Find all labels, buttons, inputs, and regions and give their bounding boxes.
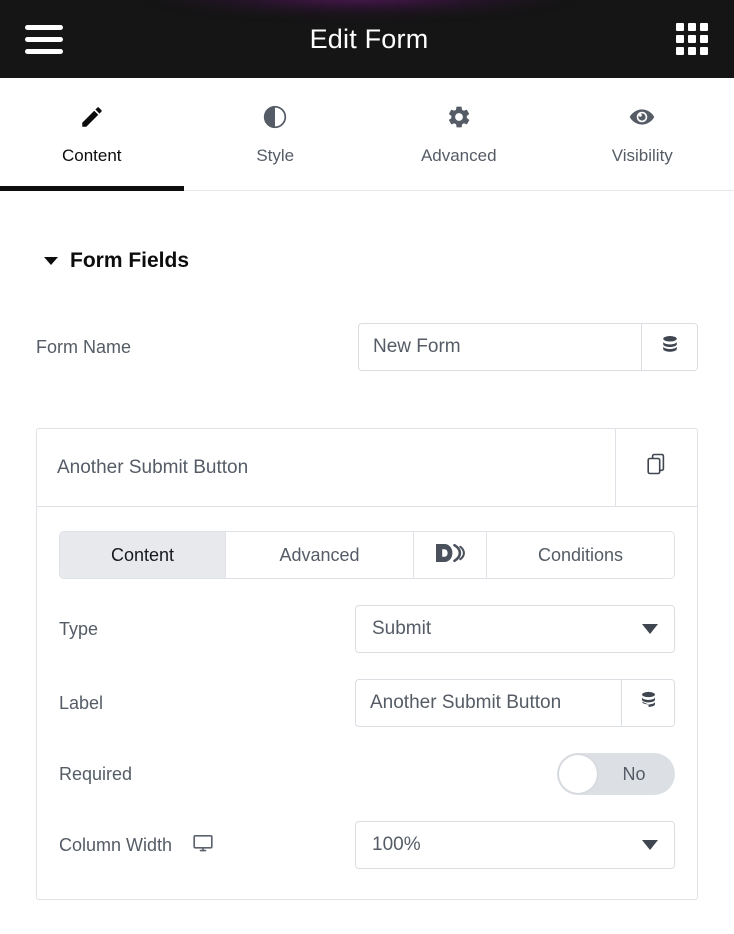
form-name-row: Form Name [36, 273, 698, 371]
section-title: Form Fields [70, 249, 190, 272]
duplicate-field-button[interactable] [615, 429, 697, 506]
tab-visibility[interactable]: Visibility [551, 78, 734, 190]
type-row: Type Submit [59, 605, 675, 653]
field-card: Another Submit Button Content Advanced C… [36, 428, 698, 900]
type-label: Type [59, 618, 99, 639]
grid-cell [700, 23, 708, 31]
column-width-label-group: Column Width [59, 832, 355, 859]
field-tab-dynamic[interactable] [414, 532, 487, 578]
label-input[interactable] [356, 680, 621, 726]
label-input-group [355, 679, 675, 727]
database-stack-icon [638, 689, 659, 717]
tab-advanced[interactable]: Advanced [367, 78, 551, 190]
grid-cell [688, 35, 696, 43]
toggle-knob [559, 755, 597, 793]
label-row: Label [59, 679, 675, 727]
required-toggle-state: No [622, 763, 646, 784]
label-label: Label [59, 692, 104, 713]
label-dynamic-button[interactable] [621, 680, 674, 726]
field-tab-conditions[interactable]: Conditions [487, 532, 674, 578]
type-select[interactable]: Submit [355, 605, 675, 653]
form-name-input-group [358, 323, 698, 371]
grid-cell [676, 23, 684, 31]
field-tab-advanced[interactable]: Advanced [226, 532, 414, 578]
grid-cell [676, 47, 684, 55]
caret-down-icon[interactable] [44, 257, 58, 265]
tab-style-label: Style [256, 146, 295, 165]
field-tab-content[interactable]: Content [60, 532, 226, 578]
required-label-group: Required [59, 764, 557, 785]
required-row: Required No [59, 753, 675, 795]
column-width-select[interactable]: 100% [355, 821, 675, 869]
form-name-dynamic-button[interactable] [641, 324, 697, 370]
grid-apps-icon[interactable] [672, 22, 712, 56]
field-card-title[interactable]: Another Submit Button [37, 429, 615, 506]
contrast-icon [262, 102, 288, 132]
hamburger-bar [25, 24, 63, 30]
grid-cell [688, 23, 696, 31]
column-width-row: Column Width 100% [59, 821, 675, 869]
tab-content-label: Content [61, 146, 122, 165]
tab-advanced-label: Advanced [420, 146, 497, 165]
app-header: Edit Form [0, 0, 734, 78]
grid-cell [676, 35, 684, 43]
form-fields-section-header[interactable]: Form Fields [36, 191, 698, 273]
grid-cell [688, 47, 696, 55]
form-name-label: Form Name [36, 336, 132, 357]
tab-style[interactable]: Style [184, 78, 368, 190]
tab-visibility-label: Visibility [611, 146, 673, 165]
grid-cell [700, 47, 708, 55]
field-tab-group: Content Advanced Conditions [59, 531, 675, 579]
pencil-icon [79, 102, 105, 132]
chevron-down-icon [642, 624, 658, 634]
hamburger-bar [25, 48, 63, 54]
hamburger-menu-icon[interactable] [22, 22, 66, 56]
type-label-group: Type [59, 619, 355, 640]
required-label: Required [59, 763, 133, 784]
type-select-value: Submit [372, 618, 432, 639]
form-name-input[interactable] [359, 324, 642, 370]
field-card-body: Content Advanced Conditions Type Submit … [37, 507, 697, 899]
tab-content[interactable]: Content [0, 78, 184, 191]
column-width-label: Column Width [59, 834, 173, 855]
main-tab-bar: Content Style Advanced Visibility [0, 78, 734, 191]
field-card-header: Another Submit Button [37, 429, 697, 507]
column-width-value: 100% [372, 834, 421, 855]
copy-duplicate-icon [645, 452, 669, 483]
hamburger-bar [25, 36, 63, 42]
dynamic-d-logo-icon [433, 541, 467, 570]
eye-icon [628, 102, 656, 132]
desktop-monitor-icon[interactable] [192, 832, 214, 859]
required-toggle[interactable]: No [557, 753, 675, 795]
grid-cell [700, 35, 708, 43]
label-label-group: Label [59, 693, 355, 714]
database-stack-icon [659, 333, 681, 362]
page-title: Edit Form [309, 23, 429, 54]
gear-icon [446, 102, 472, 132]
chevron-down-icon [642, 840, 658, 850]
header-glow-decoration [150, 0, 570, 16]
settings-panel: Form Fields Form Name Another Submit But… [0, 191, 734, 900]
